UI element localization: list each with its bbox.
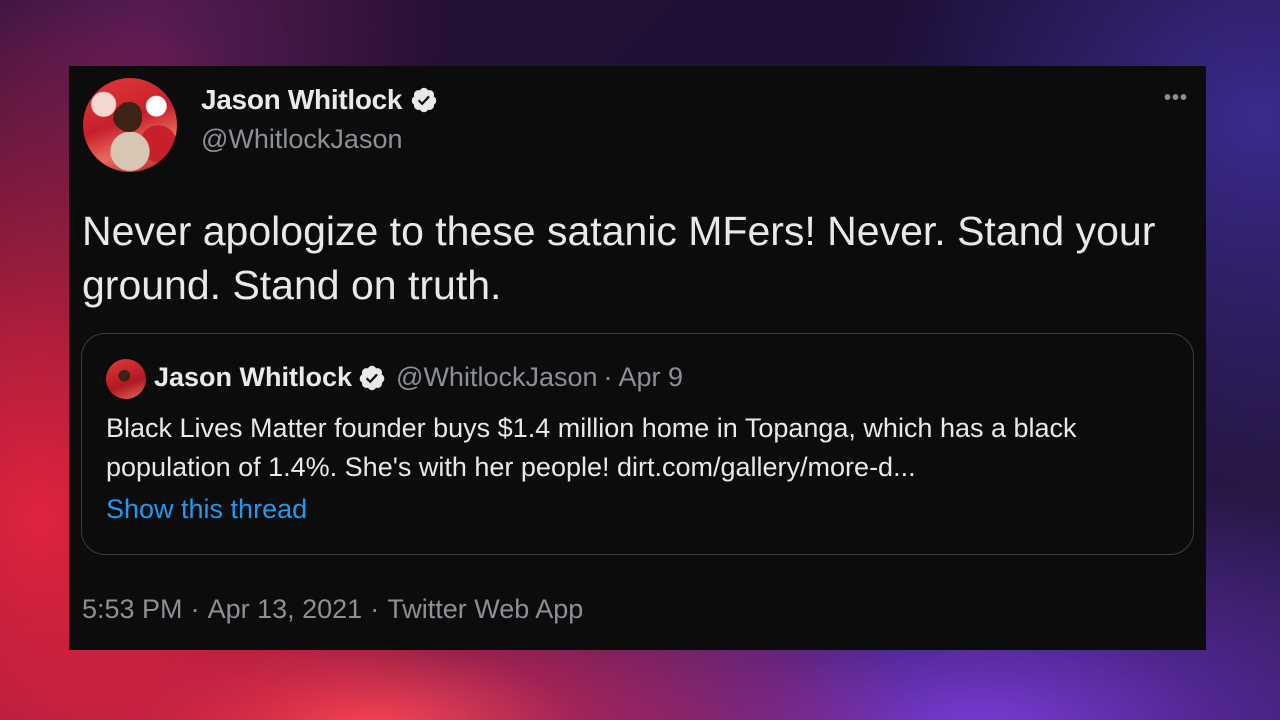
quoted-author-avatar[interactable] xyxy=(106,359,146,399)
more-options-icon[interactable]: ••• xyxy=(1164,88,1188,108)
tweet-time[interactable]: 5:53 PM xyxy=(82,594,183,625)
quoted-author-name: Jason Whitlock xyxy=(154,362,353,392)
author-name-row: Jason Whitlock xyxy=(201,84,438,116)
separator-dot: · xyxy=(190,594,200,624)
tweet-date[interactable]: Apr 13, 2021 xyxy=(208,594,363,625)
tweet-meta: 5:53 PM · Apr 13, 2021 · Twitter Web App xyxy=(82,594,583,625)
separator-dot: · xyxy=(603,362,613,392)
quoted-tweet-date[interactable]: Apr 9 xyxy=(619,362,684,393)
quoted-tweet-header: Jason Whitlock @WhitlockJason · Apr 9 xyxy=(154,362,683,393)
author-avatar[interactable] xyxy=(83,78,177,172)
author-display-name[interactable]: Jason Whitlock xyxy=(201,84,402,116)
tweet-card: Jason Whitlock @WhitlockJason ••• Never … xyxy=(69,66,1206,650)
verified-badge-icon xyxy=(359,365,385,390)
verified-badge-icon xyxy=(411,87,437,113)
quoted-tweet-card[interactable]: Jason Whitlock @WhitlockJason · Apr 9 Bl… xyxy=(81,333,1194,555)
quoted-author-handle: @WhitlockJason xyxy=(396,362,598,392)
tweet-source[interactable]: Twitter Web App xyxy=(387,594,583,625)
avatar-face xyxy=(116,102,142,132)
author-handle[interactable]: @WhitlockJason xyxy=(201,124,402,155)
tweet-text: Never apologize to these satanic MFers! … xyxy=(82,208,1156,308)
separator-dot: · xyxy=(370,594,380,624)
show-thread-link[interactable]: Show this thread xyxy=(106,494,307,525)
quoted-tweet-text: Black Lives Matter founder buys $1.4 mil… xyxy=(106,413,1077,482)
